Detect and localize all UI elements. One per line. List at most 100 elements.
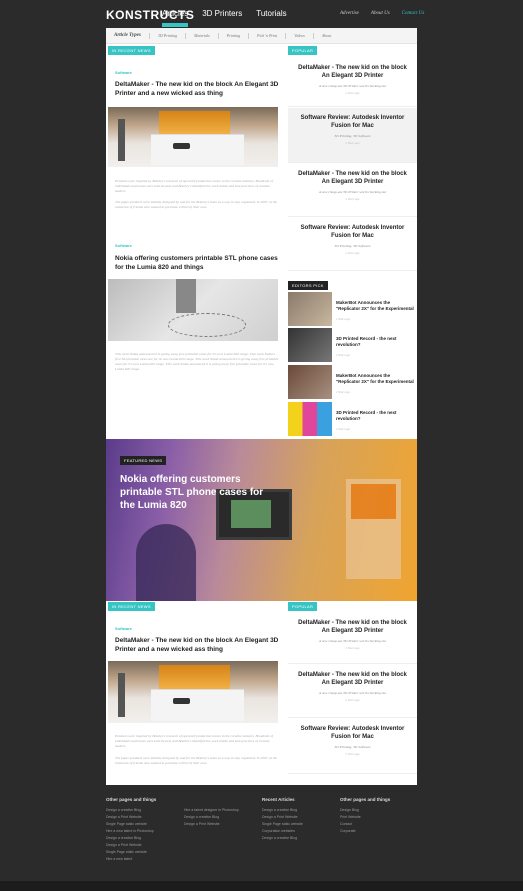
popular-item-title[interactable]: DeltaMaker - The new kid on the block An… <box>288 170 417 186</box>
article-category[interactable]: Software <box>115 626 132 631</box>
footer-link[interactable]: Corporation websites <box>262 828 303 835</box>
editors-pick-item[interactable]: MakerBot Announces the "Replicator 2X" f… <box>288 365 417 399</box>
article-image[interactable] <box>108 279 278 341</box>
footer-link[interactable]: Design a creative Blog <box>106 807 156 814</box>
popular-item-title[interactable]: Software Review: Autodesk Inventor Fusio… <box>288 114 417 130</box>
divider <box>312 32 314 39</box>
footer-link[interactable]: Hire a new talent <box>106 856 156 863</box>
popular-item-date: 2 Years ago <box>345 752 360 756</box>
main-nav: Articles 3D Printers Tutorials <box>162 9 287 27</box>
footer-link[interactable]: Hire a talent designer in Photoshop <box>184 807 239 814</box>
footer-link[interactable]: Design a Print Website <box>262 814 303 821</box>
type-videos[interactable]: Videos <box>294 33 305 38</box>
article-title[interactable]: DeltaMaker - The new kid on the block An… <box>115 636 280 654</box>
image-detail <box>159 664 231 691</box>
featured-news-badge: FEATURED NEWS <box>120 456 167 465</box>
type-3d-printing[interactable]: 3D Printing <box>158 33 177 38</box>
footer-link[interactable]: Design a creative Blog <box>184 814 239 821</box>
divider <box>185 32 187 39</box>
featured-title[interactable]: Nokia offering customers printable STL p… <box>120 473 270 512</box>
footer-link[interactable]: Design Blog <box>340 807 390 814</box>
editors-pick-date: 2 Years ago <box>336 317 351 321</box>
popular-item[interactable]: DeltaMaker - The new kid on the block An… <box>288 665 417 718</box>
popular-item[interactable]: DeltaMaker - The new kid on the block An… <box>288 613 417 664</box>
editors-pick-title[interactable]: 3D Printed Record - the next revolution? <box>336 410 414 422</box>
article-title[interactable]: Nokia offering customers printable STL p… <box>115 254 280 272</box>
popular-item-subtitle: 3D Printing, 3D Software <box>334 134 371 138</box>
footer-link[interactable]: Design a creative Blog <box>262 835 303 842</box>
popular-item[interactable]: DeltaMaker - The new kid on the block An… <box>288 164 417 217</box>
popular-item-title[interactable]: DeltaMaker - The new kid on the block An… <box>288 619 417 635</box>
footer-link[interactable]: Single Page static website <box>262 821 303 828</box>
type-printing[interactable]: Printing <box>227 33 240 38</box>
footer-link[interactable]: Contact <box>340 821 390 828</box>
article-category[interactable]: Software <box>115 70 132 75</box>
popular-item-title[interactable]: DeltaMaker - The new kid on the block An… <box>288 671 417 687</box>
footer-link[interactable]: Design a creative Blog <box>262 807 303 814</box>
nav-articles[interactable]: Articles <box>162 9 189 27</box>
article-category[interactable]: Software <box>115 243 132 248</box>
type-materials[interactable]: Materials <box>194 33 210 38</box>
popular-item[interactable]: Software Review: Autodesk Inventor Fusio… <box>288 218 417 271</box>
article-excerpt: The paper products were initially design… <box>115 756 278 765</box>
image-detail <box>351 484 396 519</box>
footer: Other pages and things Design a creative… <box>0 785 523 881</box>
popular-item[interactable]: Software Review: Autodesk Inventor Fusio… <box>288 719 417 774</box>
popular-item-subtitle: A new cheap-ass 3D Printer worth checkin… <box>318 84 387 88</box>
footer-heading: Recent Articles <box>262 797 295 802</box>
secondary-nav: Advertise About Us Contact Us <box>340 11 424 16</box>
editors-pick-badge: EDITORS PICK <box>288 281 328 290</box>
divider <box>148 32 150 39</box>
type-pick-n-print[interactable]: Pick 'n Print <box>257 33 277 38</box>
page-content: Article Types 3D Printing Materials Prin… <box>106 28 417 785</box>
nav-about[interactable]: About Us <box>371 11 390 16</box>
footer-link[interactable]: Design a Print Website <box>184 821 239 828</box>
featured-news-banner[interactable]: FEATURED NEWS Nokia offering customers p… <box>106 439 417 601</box>
article-image[interactable] <box>108 661 278 723</box>
image-detail <box>150 134 244 165</box>
editors-pick-item[interactable]: MakerBot Announces the "Replicator 2X" f… <box>288 292 417 326</box>
editors-pick-thumbnail[interactable] <box>288 328 332 362</box>
footer-link[interactable]: Print Website <box>340 814 390 821</box>
editors-pick-item[interactable]: 3D Printed Record - the next revolution?… <box>288 328 417 362</box>
popular-item[interactable]: Software Review: Autodesk Inventor Fusio… <box>288 108 417 163</box>
image-detail <box>118 119 125 161</box>
editors-pick-thumbnail[interactable] <box>288 292 332 326</box>
popular-item-title[interactable]: Software Review: Autodesk Inventor Fusio… <box>288 725 417 741</box>
image-detail <box>172 698 190 705</box>
editors-pick-item[interactable]: 3D Printed Record - the next revolution?… <box>288 402 417 436</box>
editors-pick-title[interactable]: MakerBot Announces the "Replicator 2X" f… <box>336 300 414 312</box>
editors-pick-title[interactable]: MakerBot Announces the "Replicator 2X" f… <box>336 373 414 385</box>
nav-advertise[interactable]: Advertise <box>340 11 359 16</box>
article-title[interactable]: DeltaMaker - The new kid on the block An… <box>115 80 280 98</box>
footer-link[interactable]: Design a Print Website <box>106 814 156 821</box>
footer-link[interactable]: Design a creative Blog <box>106 835 156 842</box>
footer-link[interactable]: Single Page static website <box>106 849 156 856</box>
article-excerpt: Products were inspired by Bekeley's rese… <box>115 179 273 193</box>
footer-link[interactable]: Design a Print Website <box>106 842 156 849</box>
popular-item[interactable]: DeltaMaker - The new kid on the block An… <box>288 58 417 107</box>
article-types-bar: Article Types 3D Printing Materials Prin… <box>106 28 417 44</box>
recent-news-badge: IN RECENT NEWS <box>108 46 155 55</box>
editors-pick-thumbnail[interactable] <box>288 402 332 436</box>
divider <box>285 32 287 39</box>
popular-item-date: 2 Years ago <box>345 141 360 145</box>
popular-item-date: 2 Years ago <box>345 91 360 95</box>
footer-heading: Other pages and things <box>340 797 391 802</box>
editors-pick-date: 2 Years ago <box>336 390 351 394</box>
footer-link[interactable]: Hire a new talent in Photoshop <box>106 828 156 835</box>
nav-contact[interactable]: Contact Us <box>402 11 425 16</box>
popular-badge: POPULAR <box>288 602 318 611</box>
footer-link[interactable]: Single Page static website <box>106 821 156 828</box>
article-types-title: Article Types <box>114 33 141 38</box>
nav-tutorials[interactable]: Tutorials <box>256 9 286 18</box>
article-image[interactable] <box>108 107 278 167</box>
popular-item-title[interactable]: Software Review: Autodesk Inventor Fusio… <box>288 224 417 240</box>
footer-link[interactable]: Corporate <box>340 828 390 835</box>
popular-item-title[interactable]: DeltaMaker - The new kid on the block An… <box>288 64 417 80</box>
image-detail <box>167 313 246 337</box>
editors-pick-title[interactable]: 3D Printed Record - the next revolution? <box>336 336 414 348</box>
type-about[interactable]: About <box>322 33 332 38</box>
editors-pick-thumbnail[interactable] <box>288 365 332 399</box>
nav-3d-printers[interactable]: 3D Printers <box>202 9 242 18</box>
